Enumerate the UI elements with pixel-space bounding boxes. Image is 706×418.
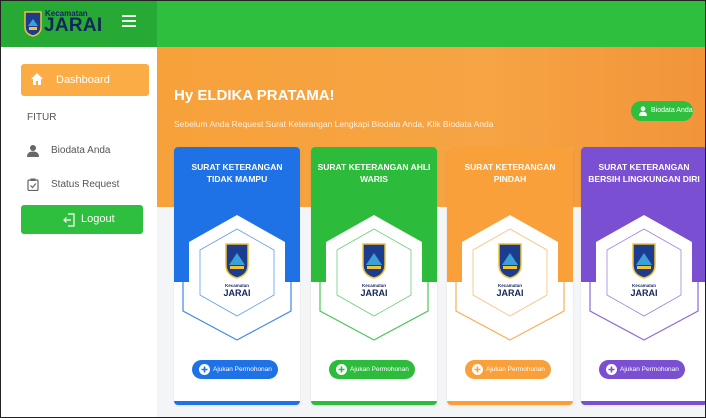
card-pindah: SURAT KETERANGAN PINDAH Kecamatan JARAI Aju… bbox=[447, 147, 573, 405]
ajukan-permohonan-button[interactable]: Ajukan Permohonan bbox=[599, 360, 685, 379]
home-icon bbox=[31, 73, 43, 85]
sidebar-item-dashboard[interactable]: Dashboard bbox=[21, 64, 149, 96]
hexagon-emblem: KecamatanJARAI bbox=[447, 215, 573, 347]
kecamatan-emblem-icon bbox=[362, 243, 386, 279]
card-title: SURAT KETERANGAN TIDAK MAMPU bbox=[191, 162, 283, 184]
sidebar-item-label: Dashboard bbox=[56, 74, 110, 86]
button-label: Ajukan Permohonan bbox=[486, 366, 545, 373]
plus-circle-icon bbox=[199, 364, 210, 375]
biodata-button[interactable]: Biodata Anda bbox=[631, 101, 693, 121]
button-label: Ajukan Permohonan bbox=[213, 366, 272, 373]
brand-title: JARAI bbox=[44, 15, 103, 36]
plus-circle-icon bbox=[472, 364, 483, 375]
emblem-caption: JARAI bbox=[496, 288, 523, 298]
logout-icon bbox=[63, 213, 75, 227]
card-footer-bar bbox=[311, 401, 437, 405]
kecamatan-emblem-icon bbox=[24, 11, 42, 37]
greeting-subtitle: Sebelum Anda Request Surat Keterangan Le… bbox=[174, 119, 494, 129]
card-footer-bar bbox=[174, 401, 300, 405]
sidebar: Dashboard FITUR Biodata Anda Status Requ… bbox=[1, 47, 157, 417]
card-header: SURAT KETERANGAN AHLI WARIS Kecamatan JARA… bbox=[311, 147, 437, 347]
card-header: SURAT KETERANGAN TIDAK MAMPU Kecamatan JAR… bbox=[174, 147, 300, 347]
button-label: Ajukan Permohonan bbox=[620, 366, 679, 373]
menu-toggle-icon[interactable] bbox=[122, 15, 136, 27]
logout-label: Logout bbox=[81, 213, 115, 225]
card-title: SURAT KETERANGAN BERSIH LINGKUNGAN DIRI bbox=[588, 162, 700, 184]
emblem-caption: JARAI bbox=[360, 288, 387, 298]
sidebar-section-heading: FITUR bbox=[27, 112, 57, 123]
plus-circle-icon bbox=[606, 364, 617, 375]
logout-button[interactable]: Logout bbox=[21, 205, 143, 234]
biodata-button-label: Biodata Anda bbox=[651, 107, 693, 114]
card-bersih-lingkungan: SURAT KETERANGAN BERSIH LINGKUNGAN DIRI K… bbox=[581, 147, 705, 405]
card-header: SURAT KETERANGAN BERSIH LINGKUNGAN DIRI K… bbox=[581, 147, 705, 347]
plus-circle-icon bbox=[336, 364, 347, 375]
user-icon bbox=[27, 145, 39, 157]
card-tidak-mampu: SURAT KETERANGAN TIDAK MAMPU Kecamatan JAR… bbox=[174, 147, 300, 405]
card-title: SURAT KETERANGAN AHLI WARIS bbox=[317, 162, 431, 184]
ajukan-permohonan-button[interactable]: Ajukan Permohonan bbox=[465, 360, 551, 379]
ajukan-permohonan-button[interactable]: Ajukan Permohonan bbox=[192, 360, 278, 379]
greeting-heading: Hy ELDIKA PRATAMA! bbox=[174, 87, 335, 104]
card-footer-bar bbox=[447, 401, 573, 405]
user-icon bbox=[639, 106, 647, 116]
emblem-caption: JARAI bbox=[223, 288, 250, 298]
hexagon-emblem: KecamatanJARAI bbox=[311, 215, 437, 347]
hexagon-emblem: KecamatanJARAI bbox=[581, 215, 705, 347]
kecamatan-emblem-icon bbox=[225, 243, 249, 279]
card-ahli-waris: SURAT KETERANGAN AHLI WARIS Kecamatan JARA… bbox=[311, 147, 437, 405]
hexagon-emblem: KecamatanJARAI bbox=[174, 215, 300, 347]
kecamatan-emblem-icon bbox=[632, 243, 656, 279]
emblem-caption: JARAI bbox=[630, 288, 657, 298]
checklist-icon bbox=[27, 178, 39, 191]
button-label: Ajukan Permohonan bbox=[350, 366, 409, 373]
sidebar-item-label: Biodata Anda bbox=[51, 145, 111, 156]
kecamatan-emblem-icon bbox=[498, 243, 522, 279]
app-window: Kecamatan JARAI Dashboard FITUR Biodata … bbox=[0, 0, 706, 418]
card-footer-bar bbox=[581, 401, 705, 405]
ajukan-permohonan-button[interactable]: Ajukan Permohonan bbox=[329, 360, 415, 379]
card-title: SURAT KETERANGAN PINDAH bbox=[464, 162, 556, 184]
sidebar-item-label: Status Request bbox=[51, 179, 120, 190]
top-bar: Kecamatan JARAI bbox=[1, 1, 705, 47]
card-header: SURAT KETERANGAN PINDAH Kecamatan JARAI bbox=[447, 147, 573, 347]
